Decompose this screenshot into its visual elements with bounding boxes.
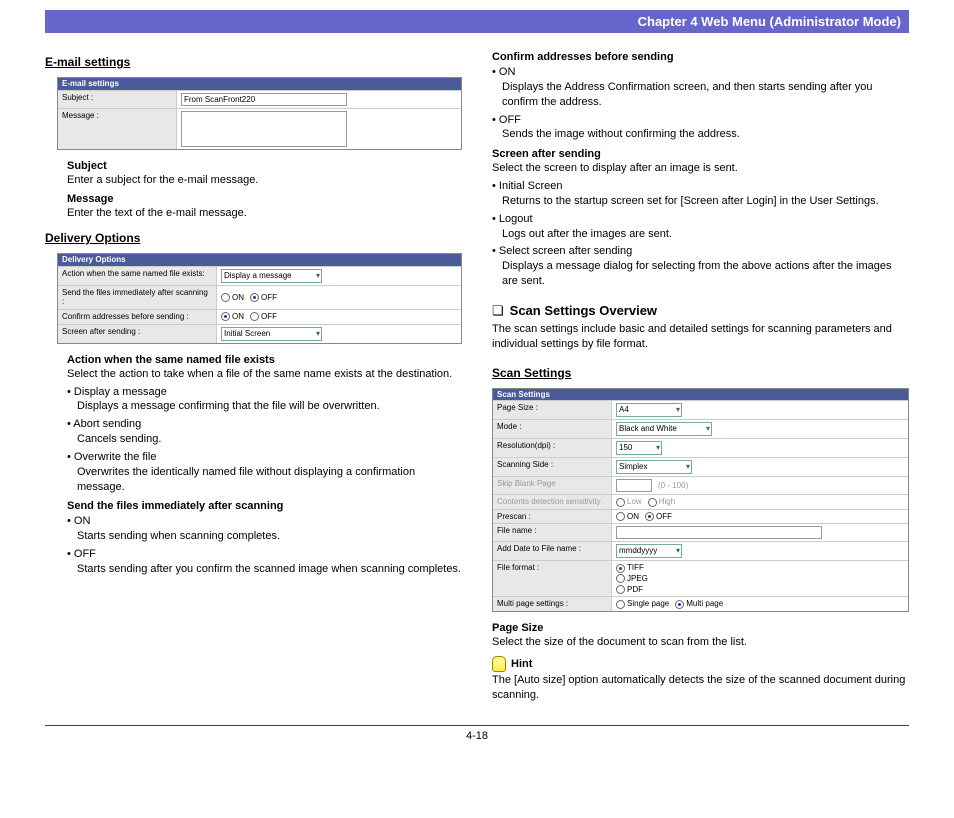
radio-on: ON — [221, 293, 244, 303]
shot-label: File name : — [493, 524, 611, 541]
resolution-select: 150 — [616, 441, 662, 455]
shot-label: Add Date to File name : — [493, 542, 611, 560]
delivery-options-title: Delivery Options — [45, 231, 462, 245]
subject-input: From ScanFront220 — [181, 93, 347, 106]
scan-settings-title: Scan Settings — [492, 366, 909, 380]
bullet-desc: Displays a message confirming that the f… — [77, 399, 462, 414]
radio-low: Low — [616, 497, 642, 507]
radio-multi: Multi page — [675, 599, 723, 609]
bullet: • OFF — [67, 547, 462, 562]
bullet: • Display a message — [67, 385, 462, 400]
bullet-desc: Displays the Address Confirmation screen… — [502, 80, 909, 110]
shot-label: Skip Blank Page — [493, 477, 611, 494]
hint-label: Hint — [511, 658, 532, 670]
bullet-desc: Overwrites the identically named file wi… — [77, 465, 462, 495]
bullet: • ON — [492, 65, 909, 80]
bullet-desc: Displays a message dialog for selecting … — [502, 259, 909, 289]
page-size-select: A4 — [616, 403, 682, 417]
page-size-name: Page Size — [492, 622, 909, 634]
email-settings-screenshot: E-mail settings Subject : From ScanFront… — [57, 77, 462, 150]
delivery-options-screenshot: Delivery Options Action when the same na… — [57, 253, 462, 343]
shot-label: Action when the same named file exists: — [58, 267, 216, 285]
shot-label: Screen after sending : — [58, 325, 216, 343]
shot-header: Scan Settings — [493, 389, 908, 401]
hint-bulb-icon — [492, 656, 506, 672]
bullet-desc: Sends the image without confirming the a… — [502, 127, 909, 142]
bullet: • ON — [67, 514, 462, 529]
email-settings-title: E-mail settings — [45, 55, 462, 69]
range-text: (0 - 100) — [658, 481, 688, 491]
shot-header: E-mail settings — [58, 78, 461, 90]
shot-label: Prescan : — [493, 510, 611, 524]
shot-label: Confirm addresses before sending : — [58, 310, 216, 324]
message-input — [181, 111, 347, 147]
bullet-desc: Logs out after the images are sent. — [502, 227, 909, 242]
confirm-name: Confirm addresses before sending — [492, 51, 909, 63]
shot-label: Subject : — [58, 91, 176, 108]
shot-label: Message : — [58, 109, 176, 149]
bullet-desc: Returns to the startup screen set for [S… — [502, 194, 909, 209]
screen-after-desc: Select the screen to display after an im… — [492, 161, 909, 176]
bullet: • OFF — [492, 113, 909, 128]
subject-desc: Enter a subject for the e-mail message. — [67, 173, 462, 188]
overview-marker-icon: ❏ — [492, 304, 504, 317]
radio-high: High — [648, 497, 675, 507]
blank-page-input — [616, 479, 652, 492]
action-field-name: Action when the same named file exists — [67, 354, 462, 366]
shot-label: Page Size : — [493, 401, 611, 419]
radio-off: OFF — [250, 312, 277, 322]
shot-label: Multi page settings : — [493, 597, 611, 611]
bullet-desc: Starts sending when scanning completes. — [77, 529, 462, 544]
shot-label: Mode : — [493, 420, 611, 438]
bullet-desc: Cancels sending. — [77, 432, 462, 447]
scanning-side-select: Simplex — [616, 460, 692, 474]
bullet: • Initial Screen — [492, 179, 909, 194]
shot-header: Delivery Options — [58, 254, 461, 266]
bullet: • Logout — [492, 212, 909, 227]
shot-label: Scanning Side : — [493, 458, 611, 476]
shot-label: Send the files immediately after scannin… — [58, 286, 216, 309]
date-format-select: mmddyyyy — [616, 544, 682, 558]
bullet-desc: Starts sending after you confirm the sca… — [77, 562, 462, 577]
radio-on: ON — [616, 512, 639, 522]
mode-select: Black and White — [616, 422, 712, 436]
message-field-name: Message — [67, 193, 462, 205]
shot-label: Contents detection sensitivity — [493, 495, 611, 509]
action-desc: Select the action to take when a file of… — [67, 367, 462, 382]
page-size-desc: Select the size of the document to scan … — [492, 635, 909, 650]
overview-title: Scan Settings Overview — [510, 303, 657, 318]
left-column: E-mail settings E-mail settings Subject … — [45, 51, 462, 705]
filename-input — [616, 526, 822, 539]
radio-off: OFF — [250, 293, 277, 303]
chapter-header: Chapter 4 Web Menu (Administrator Mode) — [45, 10, 909, 33]
radio-on: ON — [221, 312, 244, 322]
action-select: Display a message — [221, 269, 322, 283]
screen-select: Initial Screen — [221, 327, 322, 341]
right-column: Confirm addresses before sending • ON Di… — [492, 51, 909, 705]
send-immediate-name: Send the files immediately after scannin… — [67, 500, 462, 512]
radio-off: OFF — [645, 512, 672, 522]
scan-settings-screenshot: Scan Settings Page Size : A4 Mode : Black … — [492, 388, 909, 612]
shot-label: File format : — [493, 561, 611, 596]
bullet: • Abort sending — [67, 417, 462, 432]
radio-jpeg: JPEG — [616, 574, 648, 584]
bullet: • Overwrite the file — [67, 450, 462, 465]
page-number: 4-18 — [45, 725, 909, 742]
radio-tiff: TIFF — [616, 563, 644, 573]
radio-pdf: PDF — [616, 585, 643, 595]
radio-single: Single page — [616, 599, 669, 609]
overview-desc: The scan settings include basic and deta… — [492, 322, 909, 352]
message-desc: Enter the text of the e-mail message. — [67, 206, 462, 221]
shot-label: Resolution(dpi) : — [493, 439, 611, 457]
subject-field-name: Subject — [67, 160, 462, 172]
hint-text: The [Auto size] option automatically det… — [492, 673, 909, 703]
screen-after-name: Screen after sending — [492, 148, 909, 160]
bullet: • Select screen after sending — [492, 244, 909, 259]
